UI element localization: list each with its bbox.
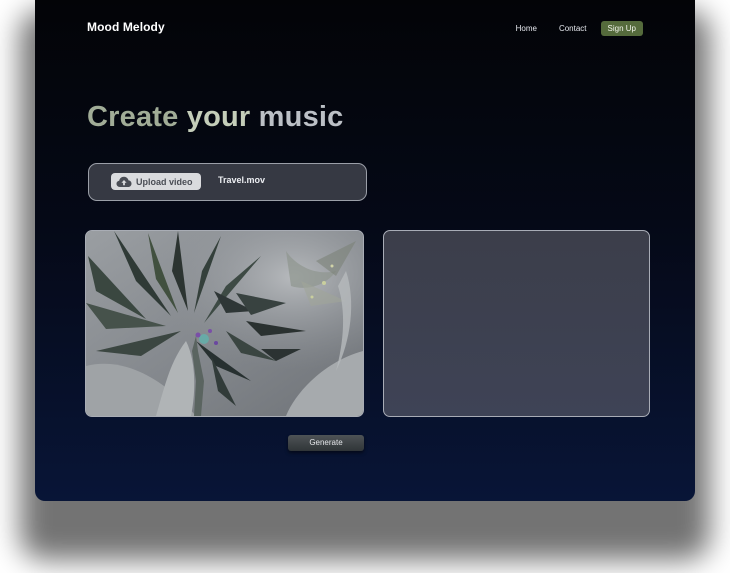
music-output-panel bbox=[383, 230, 650, 417]
screenshot-stage: Mood Melody Home Contact Sign Up Create … bbox=[0, 0, 730, 573]
video-preview-image bbox=[86, 231, 363, 416]
nav-home[interactable]: Home bbox=[516, 24, 537, 33]
app-window: Mood Melody Home Contact Sign Up Create … bbox=[35, 0, 695, 501]
upload-video-label: Upload video bbox=[136, 176, 193, 187]
upload-video-button[interactable]: Upload video bbox=[111, 173, 201, 190]
generate-button[interactable]: Generate bbox=[288, 435, 364, 451]
top-nav: Home Contact Sign Up bbox=[494, 21, 643, 36]
signup-button[interactable]: Sign Up bbox=[600, 21, 643, 36]
title-word-your: your bbox=[186, 101, 251, 133]
title-word-music: music bbox=[258, 101, 344, 133]
video-preview[interactable] bbox=[85, 230, 364, 417]
upload-bar: Upload video Travel.mov bbox=[88, 163, 367, 201]
file-name: Travel.mov bbox=[218, 175, 266, 185]
cloud-upload-icon bbox=[116, 176, 132, 187]
nav-contact[interactable]: Contact bbox=[559, 24, 587, 33]
title-word-create: Create bbox=[87, 101, 179, 133]
brand-logo[interactable]: Mood Melody bbox=[87, 20, 165, 34]
page-title: Create your music bbox=[87, 101, 344, 134]
